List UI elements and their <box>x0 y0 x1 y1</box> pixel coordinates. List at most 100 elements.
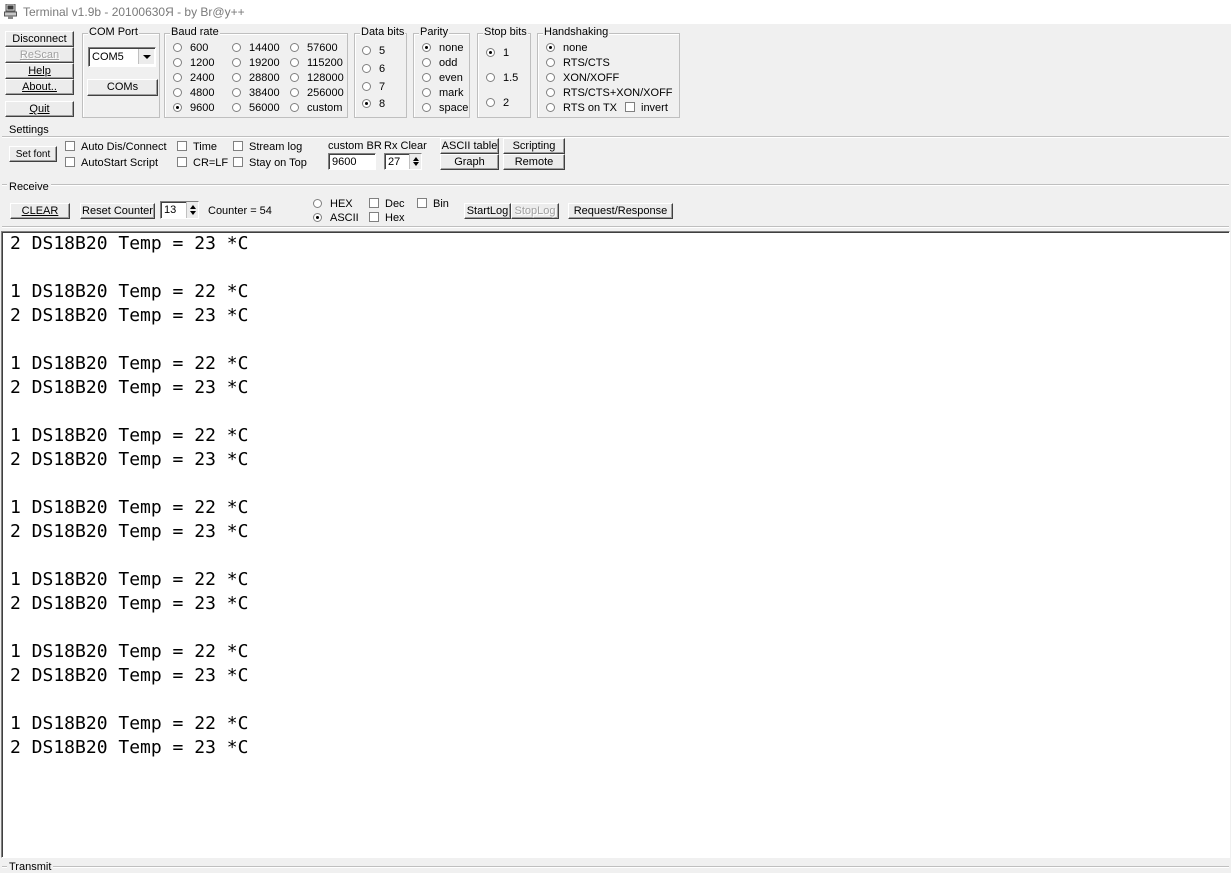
counter-spinner[interactable] <box>186 202 198 218</box>
set-font-button[interactable]: Set font <box>9 146 57 162</box>
baud-rate-radio-128000[interactable]: 128000 <box>290 72 344 84</box>
remote-button[interactable]: Remote <box>503 154 565 170</box>
parity-radio-space[interactable]: space <box>422 102 468 114</box>
rx-clear-input[interactable]: 27 <box>384 153 422 170</box>
stop-bits-radio-1-dot[interactable] <box>486 48 495 57</box>
custom-br-input[interactable]: 9600 <box>328 153 376 170</box>
baud-rate-radio-256000[interactable]: 256000 <box>290 87 344 99</box>
parity-radio-even-dot[interactable] <box>422 73 431 82</box>
baud-rate-radio-14400[interactable]: 14400 <box>232 42 280 54</box>
baud-rate-radio-2400[interactable]: 2400 <box>173 72 214 84</box>
handshaking-radio-1-dot[interactable] <box>546 58 555 67</box>
baud-rate-radio-600-dot[interactable] <box>173 43 182 52</box>
ascii-table-button[interactable]: ASCII table <box>440 138 499 154</box>
parity-radio-mark[interactable]: mark <box>422 87 463 99</box>
baud-rate-radio-1200-dot[interactable] <box>173 58 182 67</box>
handshaking-radio-3-dot[interactable] <box>546 88 555 97</box>
data-bits-radio-7-dot[interactable] <box>362 82 371 91</box>
parity-radio-none[interactable]: none <box>422 42 463 54</box>
baud-rate-radio-256000-dot[interactable] <box>290 88 299 97</box>
baud-rate-radio-57600-dot[interactable] <box>290 43 299 52</box>
about-button[interactable]: About.. <box>5 79 74 95</box>
data-bits-radio-6-dot[interactable] <box>362 64 371 73</box>
ascii-radio-dot[interactable] <box>313 213 322 222</box>
data-bits-radio-7[interactable]: 7 <box>362 81 385 93</box>
invert-checkbox[interactable]: invert <box>625 102 668 114</box>
stop-bits-radio-1-5[interactable]: 1.5 <box>486 72 518 84</box>
parity-radio-odd[interactable]: odd <box>422 57 457 69</box>
hex-checkbox[interactable]: Hex <box>369 212 405 224</box>
baud-rate-radio-custom-dot[interactable] <box>290 103 299 112</box>
baud-rate-radio-38400[interactable]: 38400 <box>232 87 280 99</box>
baud-rate-radio-128000-dot[interactable] <box>290 73 299 82</box>
baud-rate-radio-115200[interactable]: 115200 <box>290 57 343 69</box>
baud-rate-radio-4800[interactable]: 4800 <box>173 87 214 99</box>
stop-bits-radio-1-5-dot[interactable] <box>486 73 495 82</box>
cr-lf-box[interactable] <box>177 157 187 167</box>
bin-checkbox[interactable]: Bin <box>417 198 449 210</box>
stream-log-box[interactable] <box>233 141 243 151</box>
cr-lf-checkbox[interactable]: CR=LF <box>177 157 228 169</box>
stop-log-button[interactable]: StopLog <box>511 203 559 219</box>
start-log-button[interactable]: StartLog <box>464 203 511 219</box>
data-bits-radio-6[interactable]: 6 <box>362 63 385 75</box>
stop-bits-radio-2-dot[interactable] <box>486 98 495 107</box>
parity-radio-space-dot[interactable] <box>422 103 431 112</box>
time-box[interactable] <box>177 141 187 151</box>
invert-box[interactable] <box>625 102 635 112</box>
handshaking-radio-0-dot[interactable] <box>546 43 555 52</box>
autostart-script-box[interactable] <box>65 157 75 167</box>
baud-rate-radio-600[interactable]: 600 <box>173 42 208 54</box>
baud-rate-radio-4800-dot[interactable] <box>173 88 182 97</box>
baud-rate-radio-28800[interactable]: 28800 <box>232 72 280 84</box>
autostart-script-checkbox[interactable]: AutoStart Script <box>65 157 158 169</box>
parity-radio-mark-dot[interactable] <box>422 88 431 97</box>
request-response-button[interactable]: Request/Response <box>568 203 673 219</box>
hex-radio-dot[interactable] <box>313 199 322 208</box>
handshaking-radio-0[interactable]: none <box>546 42 587 54</box>
chevron-down-icon[interactable] <box>138 49 154 64</box>
help-button[interactable]: Help <box>5 63 74 79</box>
reset-counter-button[interactable]: Reset Counter <box>80 203 155 219</box>
handshaking-radio-4[interactable]: RTS on TX <box>546 102 617 114</box>
baud-rate-radio-115200-dot[interactable] <box>290 58 299 67</box>
stop-bits-radio-1[interactable]: 1 <box>486 47 509 59</box>
handshaking-radio-3[interactable]: RTS/CTS+XON/XOFF <box>546 87 673 99</box>
disconnect-button[interactable]: Disconnect <box>5 31 74 47</box>
parity-radio-even[interactable]: even <box>422 72 463 84</box>
rx-clear-spinner[interactable] <box>409 154 421 169</box>
graph-button[interactable]: Graph <box>440 154 499 170</box>
baud-rate-radio-19200[interactable]: 19200 <box>232 57 280 69</box>
data-bits-radio-5[interactable]: 5 <box>362 45 385 57</box>
baud-rate-radio-56000-dot[interactable] <box>232 103 241 112</box>
handshaking-radio-2-dot[interactable] <box>546 73 555 82</box>
baud-rate-radio-14400-dot[interactable] <box>232 43 241 52</box>
data-bits-radio-5-dot[interactable] <box>362 46 371 55</box>
parity-radio-none-dot[interactable] <box>422 43 431 52</box>
baud-rate-radio-38400-dot[interactable] <box>232 88 241 97</box>
stream-log-checkbox[interactable]: Stream log <box>233 141 302 153</box>
baud-rate-radio-custom[interactable]: custom <box>290 102 342 114</box>
ascii-radio[interactable]: ASCII <box>313 212 359 224</box>
dec-checkbox[interactable]: Dec <box>369 198 405 210</box>
baud-rate-radio-9600-dot[interactable] <box>173 103 182 112</box>
coms-button[interactable]: COMs <box>87 79 158 96</box>
parity-radio-odd-dot[interactable] <box>422 58 431 67</box>
data-bits-radio-8-dot[interactable] <box>362 99 371 108</box>
clear-button[interactable]: CLEAR <box>10 203 70 219</box>
receive-output[interactable]: 2 DS18B20 Temp = 23 *C 1 DS18B20 Temp = 2… <box>1 231 1230 858</box>
handshaking-radio-1[interactable]: RTS/CTS <box>546 57 610 69</box>
dec-box[interactable] <box>369 198 379 208</box>
auto-dis-connect-box[interactable] <box>65 141 75 151</box>
handshaking-radio-2[interactable]: XON/XOFF <box>546 72 619 84</box>
auto-dis-connect-checkbox[interactable]: Auto Dis/Connect <box>65 141 167 153</box>
com-port-select[interactable]: COM5 <box>88 47 156 67</box>
baud-rate-radio-56000[interactable]: 56000 <box>232 102 280 114</box>
counter-spinbox[interactable]: 13 <box>160 201 199 219</box>
stay-on-top-box[interactable] <box>233 157 243 167</box>
hex-radio[interactable]: HEX <box>313 198 353 210</box>
rescan-button[interactable]: ReScan <box>5 47 74 63</box>
hex-box[interactable] <box>369 212 379 222</box>
stay-on-top-checkbox[interactable]: Stay on Top <box>233 157 307 169</box>
baud-rate-radio-1200[interactable]: 1200 <box>173 57 214 69</box>
